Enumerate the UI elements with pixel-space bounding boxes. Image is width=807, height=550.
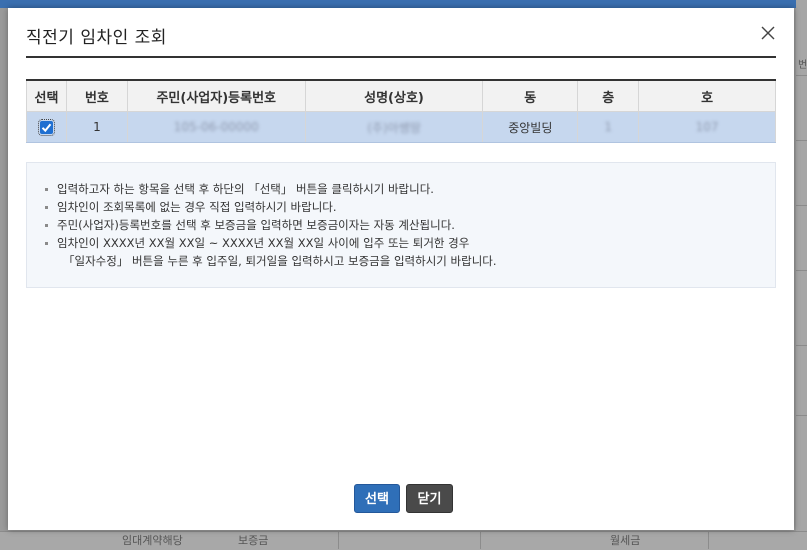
select-button[interactable]: 선택 (354, 484, 400, 513)
guidance-item: 입력하고자 하는 항목을 선택 후 하단의 「선택」 버튼을 클릭하시기 바랍니… (45, 180, 775, 198)
row-floor: 1 (577, 111, 640, 143)
background-grid-line (796, 205, 807, 206)
background-separator (338, 532, 339, 549)
guidance-box: 입력하고자 하는 항목을 선택 후 하단의 「선택」 버튼을 클릭하시기 바랍니… (26, 162, 776, 288)
bullet-icon (45, 188, 48, 191)
guidance-item-continuation: 「일자수정」 버튼을 누른 후 입주일, 퇴거일을 입력하시고 보증금을 입력하… (45, 252, 775, 270)
bullet-icon (45, 224, 48, 227)
column-header-name: 성명(상호) (304, 80, 484, 112)
bullet-icon (45, 242, 48, 245)
column-header-number: 번호 (65, 80, 128, 112)
background-grid-line (796, 75, 807, 76)
bullet-icon (45, 206, 48, 209)
tenant-table: 선택 번호 주민(사업자)등록번호 성명(상호) 동 층 호 1 105-06-… (26, 79, 776, 143)
column-header-select: 선택 (26, 80, 67, 112)
close-button[interactable]: 닫기 (406, 484, 453, 513)
close-icon[interactable] (758, 23, 778, 43)
background-separator (708, 532, 709, 549)
guidance-text: 주민(사업자)등록번호를 선택 후 보증금을 입력하면 보증금이자는 자동 계산… (57, 218, 455, 232)
row-unit: 107 (638, 111, 776, 143)
tenant-lookup-dialog: 직전기 임차인 조회 선택 번호 주민(사업자)등록번호 성명(상호) 동 층 … (8, 8, 794, 530)
unit-value: 107 (695, 120, 719, 134)
guidance-item: 주민(사업자)등록번호를 선택 후 보증금을 입력하면 보증금이자는 자동 계산… (45, 216, 775, 234)
row-building: 중앙빌딩 (482, 111, 579, 143)
background-cell: 임대계약해당 (122, 534, 183, 547)
table-row[interactable]: 1 105-06-00000 (주)아쌩땅 중앙빌딩 1 107 (26, 111, 776, 143)
row-registration-number: 105-06-00000 (126, 111, 306, 143)
background-right-column: 번 (796, 0, 807, 549)
background-separator (480, 532, 481, 549)
background-grid-line (796, 270, 807, 271)
guidance-text: 임차인이 조회목록에 없는 경우 직접 입력하시기 바랍니다. (57, 200, 337, 214)
column-header-floor: 층 (577, 80, 640, 112)
floor-value: 1 (604, 120, 612, 134)
row-name: (주)아쌩땅 (304, 111, 484, 143)
dialog-title: 직전기 임차인 조회 (26, 28, 167, 48)
background-header-strip (0, 0, 807, 8)
background-cell: 월세금 (610, 534, 641, 547)
guidance-item: 임차인이 XXXX년 XX월 XX일 ~ XXXX년 XX월 XX일 사이에 입… (45, 234, 775, 252)
guidance-text: 임차인이 XXXX년 XX월 XX일 ~ XXXX년 XX월 XX일 사이에 입… (57, 236, 470, 250)
background-fragment-text: 번 (798, 60, 807, 71)
column-header-building: 동 (482, 80, 579, 112)
row-number: 1 (65, 111, 128, 143)
background-grid-line (796, 140, 807, 141)
background-grid-line (796, 415, 807, 416)
column-header-unit: 호 (638, 80, 776, 112)
guidance-item: 임차인이 조회목록에 없는 경우 직접 입력하시기 바랍니다. (45, 198, 775, 216)
column-header-registration-number: 주민(사업자)등록번호 (126, 80, 306, 112)
table-header-row: 선택 번호 주민(사업자)등록번호 성명(상호) 동 층 호 (26, 80, 776, 112)
guidance-text: 「일자수정」 버튼을 누른 후 입주일, 퇴거일을 입력하시고 보증금을 입력하… (63, 254, 497, 268)
checkmark-icon (41, 123, 52, 133)
row-select-cell[interactable] (26, 111, 67, 143)
name-value: (주)아쌩땅 (367, 120, 421, 135)
row-select-checkbox[interactable] (37, 119, 55, 136)
background-cell: 보증금 (238, 534, 269, 547)
title-divider (26, 56, 776, 58)
background-grid-line (796, 345, 807, 346)
registration-number-value: 105-06-00000 (173, 120, 259, 134)
guidance-text: 입력하고자 하는 항목을 선택 후 하단의 「선택」 버튼을 클릭하시기 바랍니… (57, 182, 434, 196)
